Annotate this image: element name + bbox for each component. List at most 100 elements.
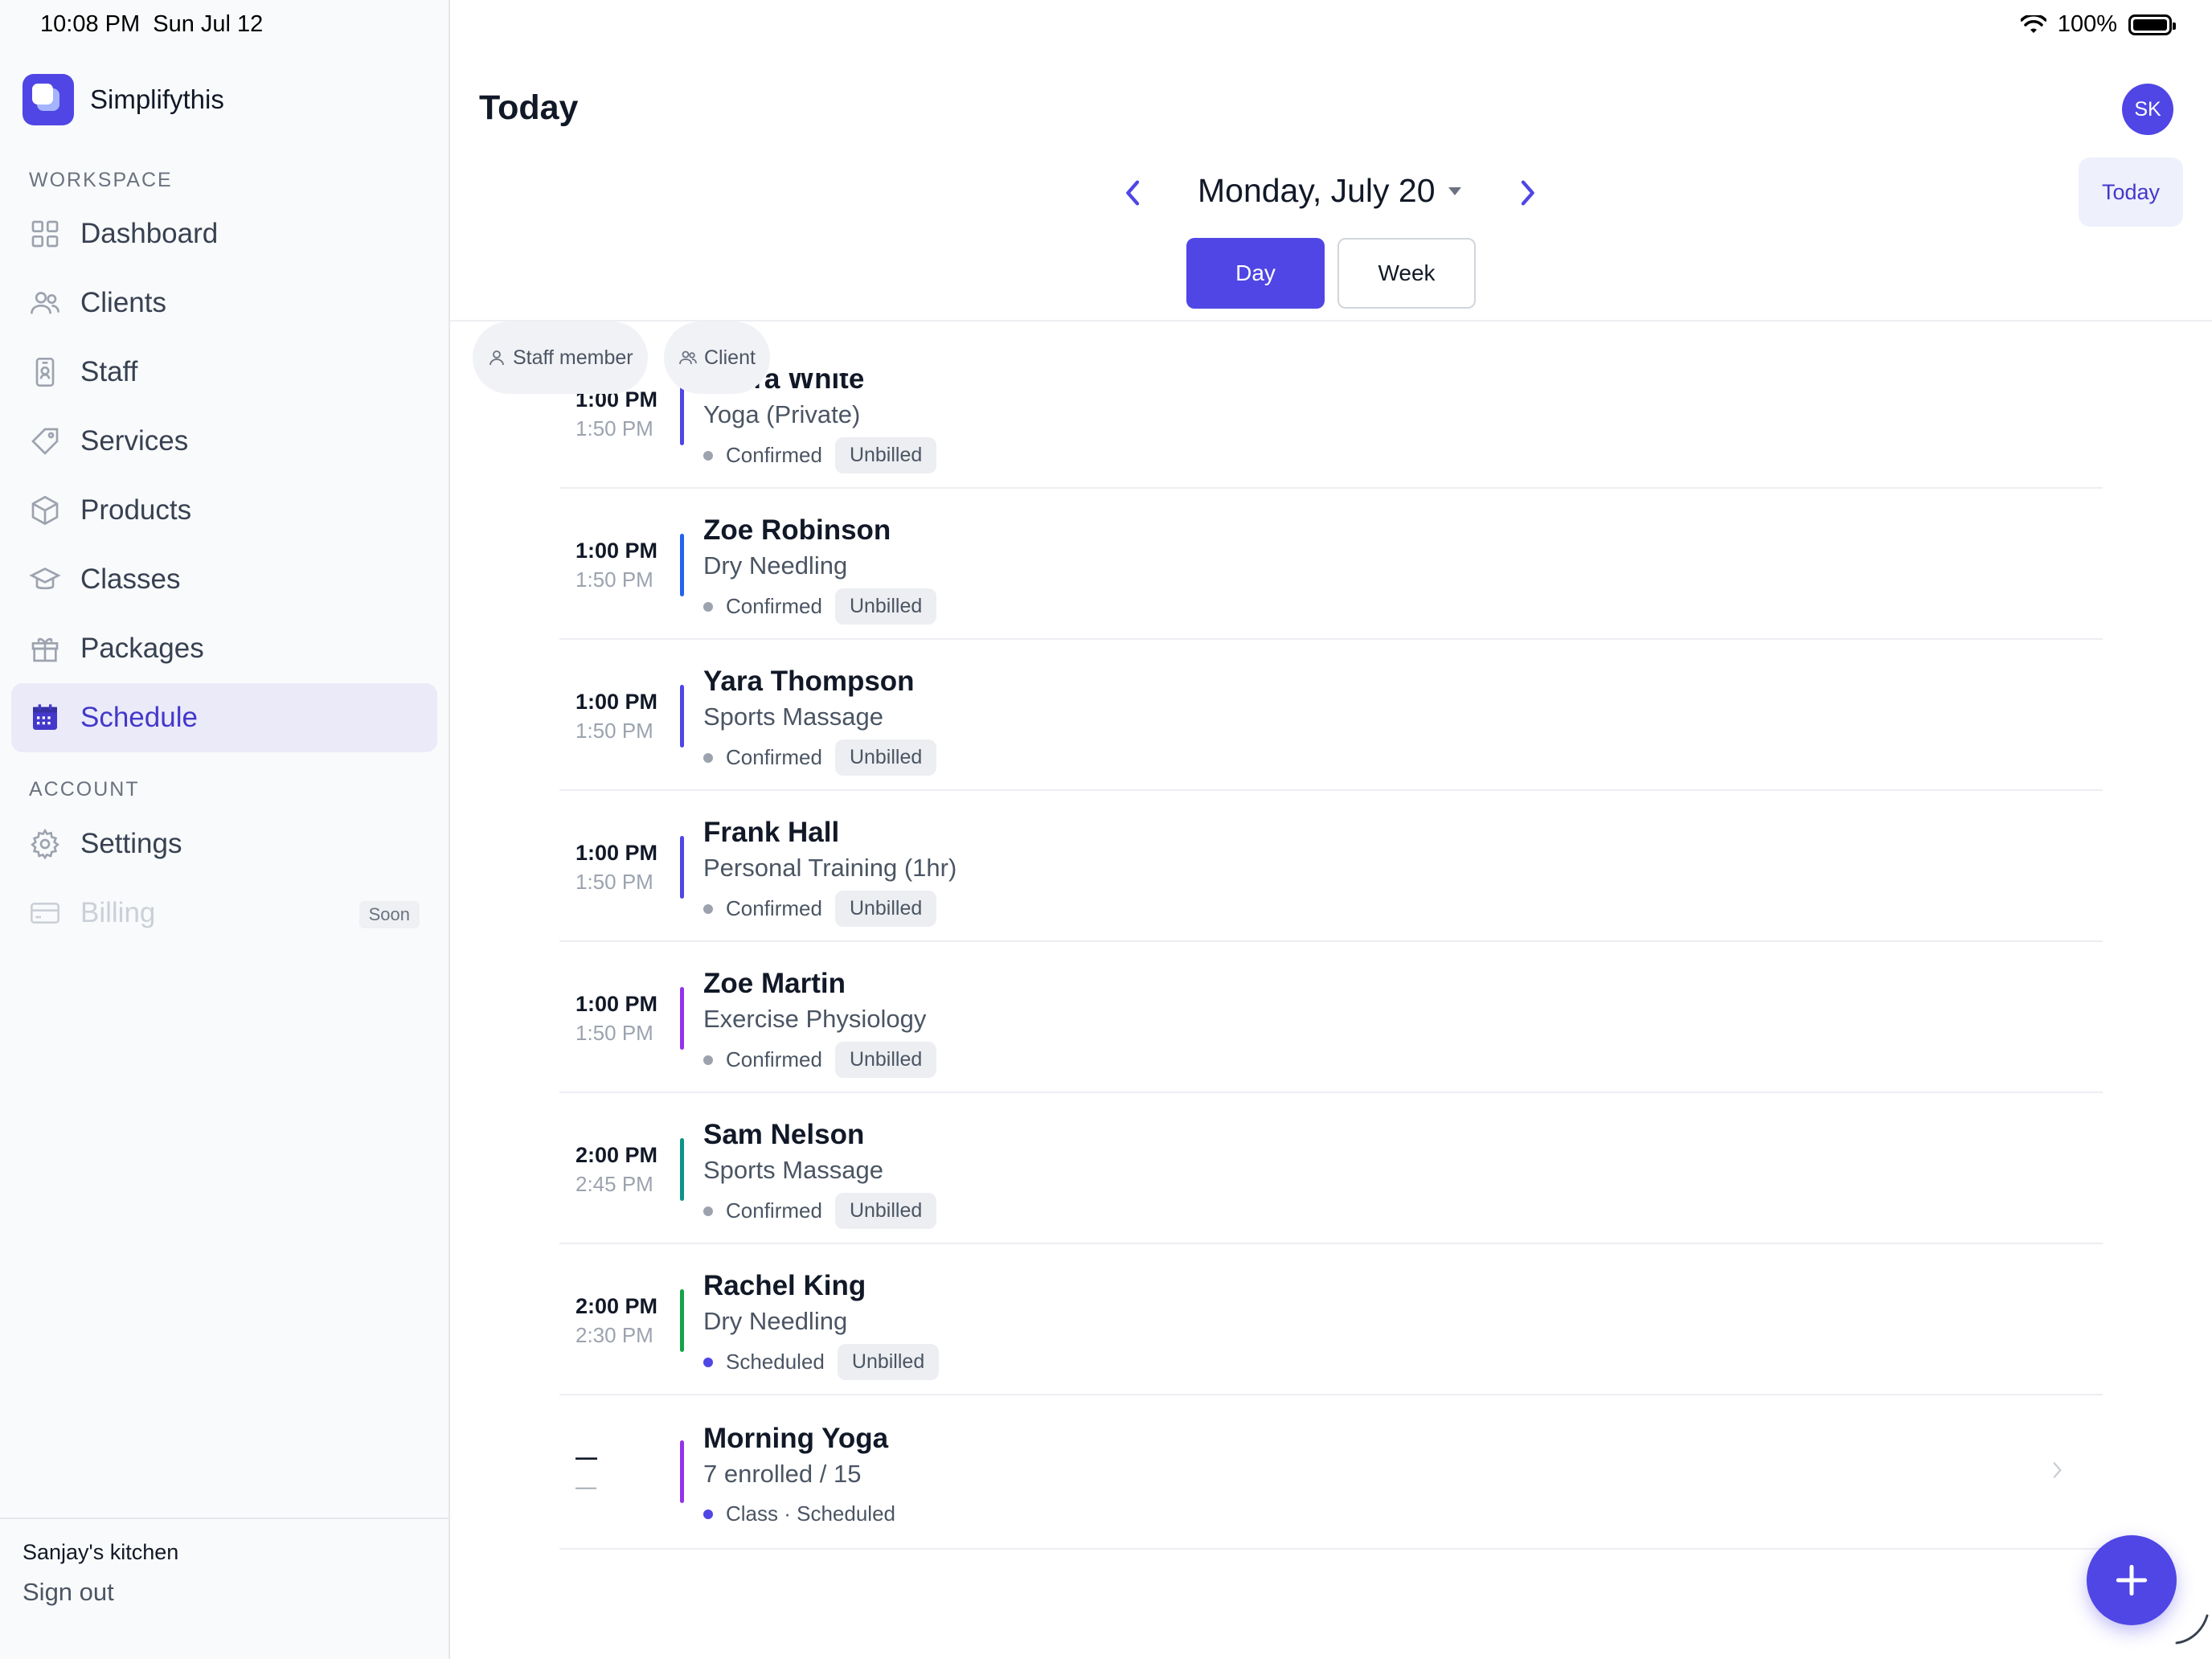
billing-badge: Unbilled <box>834 588 937 625</box>
status-line: Scheduled Unbilled <box>703 1344 940 1380</box>
status-dot <box>703 1509 713 1519</box>
chevron-right-icon[interactable] <box>1511 177 1543 209</box>
billing-badge: Unbilled <box>834 739 937 776</box>
status-text: Confirmed <box>726 443 822 467</box>
avatar[interactable]: SK <box>2122 84 2173 135</box>
view-week-button[interactable]: Week <box>1337 238 1476 309</box>
end-time: 1:50 PM <box>576 416 653 440</box>
chip-label: Staff member <box>513 346 633 369</box>
calendar-icon <box>33 704 57 730</box>
start-time: 2:00 PM <box>576 1294 658 1318</box>
workspace-name: Sanjay's kitchen <box>23 1540 179 1564</box>
battery-percent: 100% <box>2057 11 2117 37</box>
staff-member-filter[interactable]: Staff member <box>473 322 648 394</box>
sidebar-item-products[interactable]: Products <box>11 476 437 545</box>
client-name: Frank Hall <box>703 817 840 848</box>
status-dot <box>703 450 713 461</box>
appointment-row[interactable]: 1:00 PM 1:50 PM Zoe Martin Exercise Phys… <box>559 942 2103 1093</box>
status-line: Confirmed Unbilled <box>703 437 937 473</box>
sidebar-item-label: Dashboard <box>80 218 219 249</box>
status-line: Confirmed Unbilled <box>703 739 937 776</box>
enrollment-count: 7 enrolled / 15 <box>703 1460 862 1488</box>
view-day-button[interactable]: Day <box>1186 238 1325 309</box>
gear-icon <box>31 828 59 860</box>
sidebar-item-schedule[interactable]: Schedule <box>11 683 437 752</box>
sidebar-item-label: Schedule <box>80 702 198 733</box>
status-line: Confirmed Unbilled <box>703 588 937 625</box>
status-dot <box>703 601 713 612</box>
start-time: 2:00 PM <box>576 1143 658 1167</box>
sidebar-item-label: Settings <box>80 828 182 859</box>
page-title: Today <box>479 88 579 127</box>
status-line: Class · Scheduled <box>703 1501 895 1526</box>
status-text: Scheduled <box>726 1350 825 1374</box>
start-time: 1:00 PM <box>576 539 658 563</box>
users-icon <box>679 350 697 365</box>
service-name: Dry Needling <box>703 1307 848 1335</box>
status-text: Confirmed <box>726 1198 822 1223</box>
sidebar-item-packages[interactable]: Packages <box>11 614 437 683</box>
sidebar-item-staff[interactable]: Staff <box>11 338 437 407</box>
appointment-row[interactable]: 1:00 PM 1:50 PM Zoe Robinson Dry Needlin… <box>559 489 2103 640</box>
client-name: Sam Nelson <box>703 1119 865 1150</box>
chevron-right-icon[interactable] <box>2046 1460 2067 1481</box>
sidebar-item-dashboard[interactable]: Dashboard <box>11 199 437 268</box>
app-name: Simplifythis <box>90 84 224 114</box>
client-name: Zoe Martin <box>703 968 846 999</box>
service-name: Dry Needling <box>703 551 848 580</box>
appointment-list[interactable]: 1:00 PM 1:50 PM Laura White Yoga (Privat… <box>559 373 2103 1571</box>
sidebar-item-clients[interactable]: Clients <box>11 268 437 338</box>
sidebar-item-settings[interactable]: Settings <box>11 809 437 879</box>
color-bar <box>680 1289 684 1352</box>
status-line: Confirmed Unbilled <box>703 1193 937 1229</box>
end-time: 2:45 PM <box>576 1172 653 1196</box>
chevron-left-icon[interactable] <box>1117 177 1149 209</box>
service-name: Personal Training (1hr) <box>703 854 957 882</box>
end-time: 2:30 PM <box>576 1323 653 1347</box>
appointment-row[interactable]: 1:00 PM 1:50 PM Yara Thompson Sports Mas… <box>559 640 2103 791</box>
plus-icon <box>2116 1564 2148 1596</box>
status-bar: 10:08 PM Sun Jul 12 100% <box>0 0 2212 51</box>
date-picker[interactable]: Monday, July 20 <box>1198 172 1461 210</box>
color-bar <box>680 1440 684 1503</box>
app-logo-icon <box>23 74 74 125</box>
status-text: Confirmed <box>726 896 822 920</box>
wifi-icon <box>2020 14 2046 33</box>
status-indicators: 100% <box>2020 11 2176 38</box>
soon-badge: Soon <box>358 901 420 928</box>
sidebar: Simplifythis WORKSPACE Dashboard Clients… <box>0 0 450 1659</box>
chip-label: Client <box>704 346 756 369</box>
billing-badge: Unbilled <box>834 1042 937 1078</box>
class-name: Morning Yoga <box>703 1423 889 1454</box>
add-appointment-button[interactable] <box>2087 1535 2177 1625</box>
color-bar <box>680 836 684 899</box>
client-filter[interactable]: Client <box>664 322 770 394</box>
appointment-row[interactable]: 1:00 PM 1:50 PM Laura White Yoga (Privat… <box>559 373 2103 489</box>
brand[interactable]: Simplifythis <box>23 74 224 125</box>
status-line: Confirmed Unbilled <box>703 1042 937 1078</box>
today-button[interactable]: Today <box>2079 158 2183 227</box>
sidebar-item-classes[interactable]: Classes <box>11 545 437 614</box>
caret-down-icon <box>1448 186 1461 195</box>
sidebar-item-label: Clients <box>80 287 166 318</box>
sidebar-item-services[interactable]: Services <box>11 407 437 476</box>
appointment-row[interactable]: 2:00 PM 2:30 PM Rachel King Dry Needling… <box>559 1244 2103 1395</box>
class-row[interactable]: — — Morning Yoga 7 enrolled / 15 Class ·… <box>559 1395 2103 1550</box>
status-dot <box>703 752 713 763</box>
color-bar <box>680 534 684 596</box>
sidebar-item-label: Staff <box>80 356 138 387</box>
appointment-row[interactable]: 1:00 PM 1:50 PM Frank Hall Personal Trai… <box>559 791 2103 942</box>
service-name: Yoga (Private) <box>703 400 861 428</box>
person-icon <box>490 350 504 366</box>
graduation-cap-icon <box>29 567 61 590</box>
client-name: Zoe Robinson <box>703 514 891 546</box>
account-section-label: ACCOUNT <box>29 778 140 801</box>
sign-out-link[interactable]: Sign out <box>23 1578 426 1607</box>
resize-handle-icon <box>2175 1614 2209 1645</box>
sidebar-item-label: Billing <box>80 897 156 928</box>
id-badge-icon <box>35 358 55 387</box>
status-time: 10:08 PM Sun Jul 12 <box>40 11 264 37</box>
status-dot <box>703 1055 713 1065</box>
appointment-row[interactable]: 2:00 PM 2:45 PM Sam Nelson Sports Massag… <box>559 1093 2103 1244</box>
battery-icon <box>2128 14 2176 35</box>
